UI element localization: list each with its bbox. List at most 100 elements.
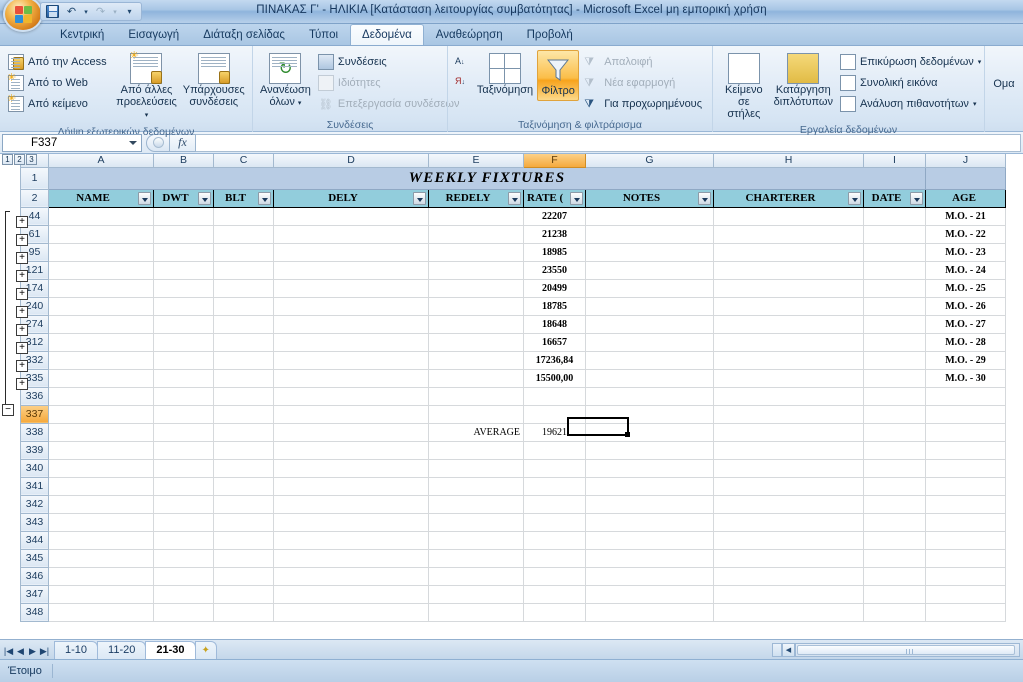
existing-connections-button[interactable]: Υπάρχουσες συνδέσεις bbox=[180, 50, 247, 111]
filter-dropdown-blt-icon[interactable] bbox=[258, 191, 271, 205]
cell-blt-95[interactable] bbox=[213, 242, 274, 262]
cell-dely-343[interactable] bbox=[273, 512, 429, 532]
cell-rate-336[interactable] bbox=[523, 386, 586, 406]
cell-blt-335[interactable] bbox=[213, 368, 274, 388]
column-header-j[interactable]: J bbox=[925, 154, 1006, 168]
cell-notes-336[interactable] bbox=[585, 386, 714, 406]
cell-date-346[interactable] bbox=[863, 566, 926, 586]
cell-redely-345[interactable] bbox=[428, 548, 524, 568]
cell-redely-44[interactable] bbox=[428, 206, 524, 226]
cell-redely-240[interactable] bbox=[428, 296, 524, 316]
cell-dwt-274[interactable] bbox=[153, 314, 214, 334]
cell-dely-342[interactable] bbox=[273, 494, 429, 514]
cell-dwt-335[interactable] bbox=[153, 368, 214, 388]
cell-date-348[interactable] bbox=[863, 602, 926, 622]
cell-blt-347[interactable] bbox=[213, 584, 274, 604]
sheet-title-cell-j[interactable] bbox=[925, 166, 1006, 190]
cell-blt-44[interactable] bbox=[213, 206, 274, 226]
cell-age-312[interactable]: M.O. - 28 bbox=[925, 332, 1006, 352]
cell-date-174[interactable] bbox=[863, 278, 926, 298]
cell-date-340[interactable] bbox=[863, 458, 926, 478]
text-to-columns-button[interactable]: Κείμενο σε στήλες bbox=[718, 50, 770, 123]
cell-dely-344[interactable] bbox=[273, 530, 429, 550]
prev-sheet-button[interactable]: ◀ bbox=[15, 646, 26, 657]
row-header-2[interactable]: 2 bbox=[20, 188, 49, 208]
header-cell-redely[interactable]: REDELY bbox=[428, 188, 524, 208]
from-text-button[interactable]: ✳ Από κείμενο bbox=[5, 94, 112, 114]
cell-charterer-347[interactable] bbox=[713, 584, 864, 604]
header-cell-notes[interactable]: NOTES bbox=[585, 188, 714, 208]
cell-blt-61[interactable] bbox=[213, 224, 274, 244]
column-header-a[interactable]: A bbox=[48, 154, 154, 168]
cell-dely-121[interactable] bbox=[273, 260, 429, 280]
header-cell-date[interactable]: DATE bbox=[863, 188, 926, 208]
cell-name-336[interactable] bbox=[48, 386, 154, 406]
cell-dwt-95[interactable] bbox=[153, 242, 214, 262]
cell-dwt-240[interactable] bbox=[153, 296, 214, 316]
cell-redely-346[interactable] bbox=[428, 566, 524, 586]
tab-home[interactable]: Κεντρική bbox=[48, 24, 116, 45]
header-cell-rate[interactable]: RATE ( bbox=[523, 188, 586, 208]
cell-notes-174[interactable] bbox=[585, 278, 714, 298]
sheet-title-cell[interactable]: WEEKLY FIXTURES bbox=[48, 166, 926, 190]
cell-notes-346[interactable] bbox=[585, 566, 714, 586]
cell-dely-274[interactable] bbox=[273, 314, 429, 334]
cell-date-44[interactable] bbox=[863, 206, 926, 226]
cell-charterer-348[interactable] bbox=[713, 602, 864, 622]
what-if-analysis-button[interactable]: Ανάλυση πιθανοτήτων ▾ bbox=[837, 94, 979, 114]
cell-rate-341[interactable] bbox=[523, 476, 586, 496]
cell-age-332[interactable]: M.O. - 29 bbox=[925, 350, 1006, 370]
cell-charterer-343[interactable] bbox=[713, 512, 864, 532]
cell-notes-240[interactable] bbox=[585, 296, 714, 316]
row-header-337[interactable]: 337 bbox=[20, 404, 49, 424]
data-validation-button[interactable]: Επικύρωση δεδομένων ▾ bbox=[837, 52, 981, 72]
sheet-tab-11-20[interactable]: 11-20 bbox=[97, 641, 147, 659]
cell-date-61[interactable] bbox=[863, 224, 926, 244]
cell-rate-312[interactable]: 16657 bbox=[523, 332, 586, 352]
cell-dely-240[interactable] bbox=[273, 296, 429, 316]
row-header-340[interactable]: 340 bbox=[20, 458, 49, 478]
filter-dropdown-name-icon[interactable] bbox=[138, 191, 151, 205]
cell-charterer-95[interactable] bbox=[713, 242, 864, 262]
column-header-g[interactable]: G bbox=[585, 154, 714, 168]
cell-redely-61[interactable] bbox=[428, 224, 524, 244]
cell-blt-341[interactable] bbox=[213, 476, 274, 496]
connections-button[interactable]: Συνδέσεις bbox=[315, 52, 447, 72]
cell-dwt-61[interactable] bbox=[153, 224, 214, 244]
cell-rate-337[interactable] bbox=[523, 404, 586, 424]
reapply-filter-button[interactable]: ⧩ Νέα εφαρμογή bbox=[581, 73, 707, 93]
column-header-d[interactable]: D bbox=[273, 154, 429, 168]
cell-name-345[interactable] bbox=[48, 548, 154, 568]
cell-redely-121[interactable] bbox=[428, 260, 524, 280]
cell-dwt-312[interactable] bbox=[153, 332, 214, 352]
cell-name-44[interactable] bbox=[48, 206, 154, 226]
cell-notes-44[interactable] bbox=[585, 206, 714, 226]
cell-redely-274[interactable] bbox=[428, 314, 524, 334]
remove-duplicates-button[interactable]: Κατάργηση διπλότυπων bbox=[772, 50, 835, 111]
cell-date-332[interactable] bbox=[863, 350, 926, 370]
cell-redely-343[interactable] bbox=[428, 512, 524, 532]
cell-charterer-346[interactable] bbox=[713, 566, 864, 586]
scroll-split-handle[interactable] bbox=[772, 642, 782, 657]
what-if-chevron-down-icon[interactable]: ▾ bbox=[973, 100, 977, 108]
cell-date-312[interactable] bbox=[863, 332, 926, 352]
cell-charterer-342[interactable] bbox=[713, 494, 864, 514]
cell-dwt-339[interactable] bbox=[153, 440, 214, 460]
cell-dely-332[interactable] bbox=[273, 350, 429, 370]
cell-age-44[interactable]: M.O. - 21 bbox=[925, 206, 1006, 226]
cell-blt-338[interactable] bbox=[213, 422, 274, 442]
cell-rate-332[interactable]: 17236,84 bbox=[523, 350, 586, 370]
column-header-f[interactable]: F bbox=[523, 154, 586, 168]
header-cell-dwt[interactable]: DWT bbox=[153, 188, 214, 208]
row-header-341[interactable]: 341 bbox=[20, 476, 49, 496]
outline-expand-240[interactable]: + bbox=[16, 306, 28, 318]
cell-name-347[interactable] bbox=[48, 584, 154, 604]
cell-age-344[interactable] bbox=[925, 530, 1006, 550]
tab-review[interactable]: Αναθεώρηση bbox=[424, 24, 515, 45]
cell-notes-342[interactable] bbox=[585, 494, 714, 514]
cell-dwt-344[interactable] bbox=[153, 530, 214, 550]
cell-redely-348[interactable] bbox=[428, 602, 524, 622]
column-header-e[interactable]: E bbox=[428, 154, 524, 168]
row-header-348[interactable]: 348 bbox=[20, 602, 49, 622]
cell-dwt-332[interactable] bbox=[153, 350, 214, 370]
